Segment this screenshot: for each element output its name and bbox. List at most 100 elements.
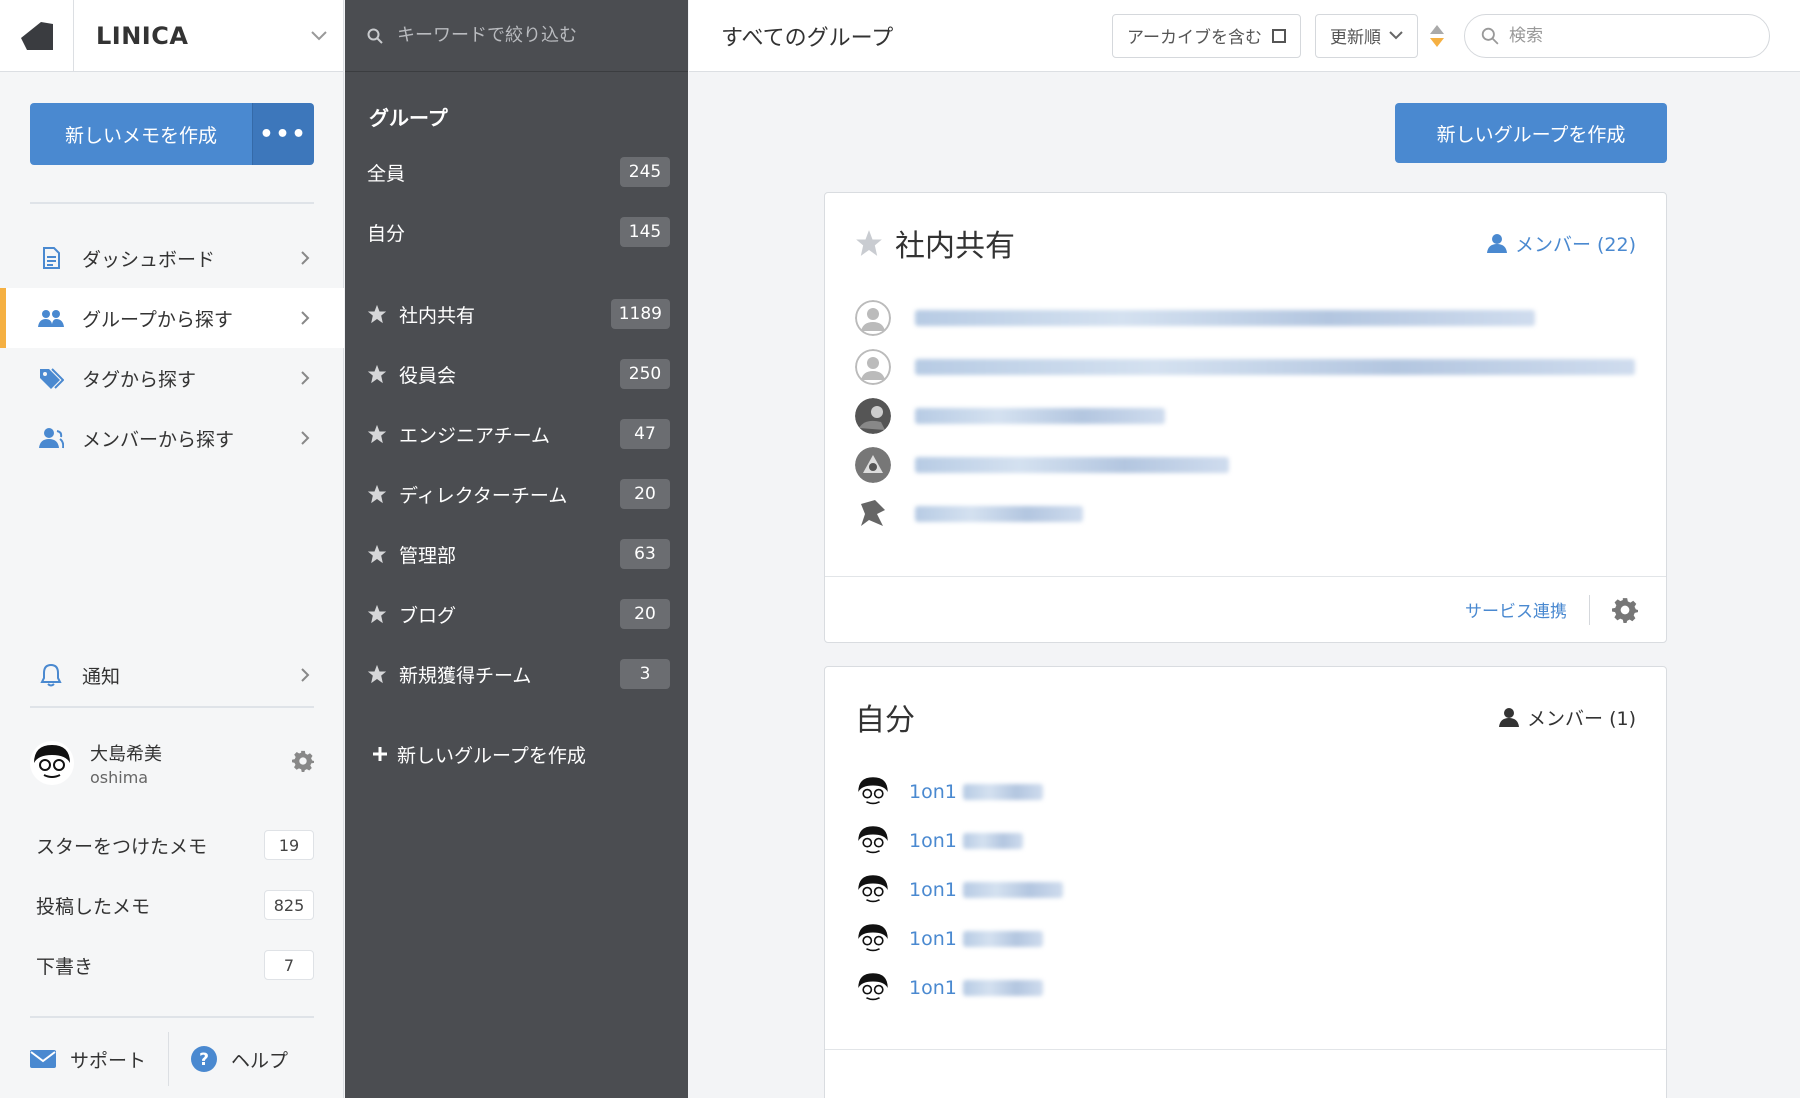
group-panel: グループ 全員 245 自分 145 社内共有 1189 役員会 250 エンジ… (345, 0, 688, 1098)
list-item[interactable] (825, 342, 1666, 391)
left-sidebar: LINICA 新しいメモを作成 ••• ダッシュボード グループから探す タグか… (0, 0, 344, 1098)
divider (30, 706, 314, 708)
divider (168, 1032, 170, 1086)
sort-select[interactable]: 更新順 (1315, 13, 1418, 58)
tag-icon (38, 365, 64, 391)
nav-item-label: ダッシュボード (82, 248, 216, 271)
group-item-engineer[interactable]: エンジニアチーム 47 (345, 404, 688, 464)
group-filter-input[interactable] (397, 25, 667, 46)
redacted-text (962, 930, 1043, 947)
nav-item-groups[interactable]: グループから探す (0, 288, 344, 348)
avatar (855, 969, 891, 1006)
user-info: 大島希美 oshima (90, 740, 292, 787)
nav-item-label: グループから探す (82, 308, 233, 331)
star-icon (367, 424, 389, 444)
gear-icon[interactable] (292, 750, 314, 776)
stat-drafts[interactable]: 下書き 7 (30, 935, 314, 995)
search-icon (1481, 27, 1499, 45)
card-title[interactable]: 自分 (855, 695, 1499, 739)
sort-direction-icon[interactable] (1430, 24, 1444, 47)
support-label: サポート (70, 1049, 147, 1072)
group-label: ディレクターチーム (399, 484, 568, 507)
stat-label: スターをつけたメモ (36, 835, 208, 858)
members-link[interactable]: メンバー (1) (1499, 704, 1636, 731)
plus-icon (373, 747, 387, 761)
members-link[interactable]: メンバー (22) (1486, 230, 1636, 257)
card-header: 自分 メンバー (1) (825, 667, 1666, 767)
redacted-text (962, 881, 1063, 898)
card-title[interactable]: 社内共有 (895, 221, 1487, 265)
divider (1589, 594, 1590, 625)
members-label: メンバー (1) (1527, 707, 1636, 730)
group-card-self: 自分 メンバー (1) 1on1 1on1 1on1 1on1 1on1 (824, 666, 1667, 1098)
chevron-down-icon[interactable] (295, 30, 343, 41)
group-item-acquisition[interactable]: 新規獲得チーム 3 (345, 644, 688, 704)
user-icon (1499, 707, 1520, 727)
user-icon (1486, 233, 1507, 253)
group-item-director[interactable]: ディレクターチーム 20 (345, 464, 688, 524)
gear-icon[interactable] (1612, 597, 1638, 623)
group-label: 新規獲得チーム (399, 664, 532, 687)
chevron-right-icon (292, 370, 318, 386)
group-count: 145 (620, 217, 670, 247)
group-item-shared[interactable]: 社内共有 1189 (345, 284, 688, 344)
group-label: 社内共有 (399, 304, 476, 327)
nav-item-tags[interactable]: タグから探す (0, 348, 344, 408)
avatar (855, 299, 891, 336)
group-label: 管理部 (399, 544, 457, 567)
group-item-admin[interactable]: 管理部 63 (345, 524, 688, 584)
brand-name: LINICA (96, 21, 189, 50)
card-footer: サービス連携 (825, 576, 1666, 642)
redacted-text (962, 979, 1043, 996)
checkbox-icon (1272, 28, 1286, 43)
list-item[interactable]: 1on1 (825, 865, 1666, 914)
star-icon[interactable] (855, 229, 883, 257)
avatar[interactable] (30, 741, 74, 785)
main-nav: ダッシュボード グループから探す タグから探す メンバーから探す (0, 228, 344, 468)
chevron-right-icon (292, 430, 318, 446)
document-icon (38, 245, 64, 271)
nav-item-notifications[interactable]: 通知 (0, 645, 344, 705)
avatar (855, 871, 891, 908)
support-link[interactable]: サポート (30, 1046, 146, 1073)
memo-title: 1on1 (909, 878, 957, 901)
page-title: すべてのグループ (721, 25, 894, 51)
list-item[interactable]: 1on1 (825, 963, 1666, 1012)
list-item[interactable]: 1on1 (825, 767, 1666, 816)
list-item[interactable] (825, 440, 1666, 489)
include-archive-toggle[interactable]: アーカイブを含む (1112, 13, 1301, 58)
group-item-self[interactable]: 自分 145 (345, 202, 688, 262)
new-memo-button[interactable]: 新しいメモを作成 (30, 103, 252, 165)
group-count: 47 (620, 419, 670, 449)
list-item[interactable] (825, 391, 1666, 440)
stat-count: 7 (264, 950, 314, 980)
nav-item-members[interactable]: メンバーから探す (0, 408, 344, 468)
redacted-text (915, 407, 1165, 424)
stat-starred-memos[interactable]: スターをつけたメモ 19 (30, 815, 314, 875)
list-item[interactable]: 1on1 (825, 914, 1666, 963)
redacted-text (915, 456, 1229, 473)
redacted-text (962, 832, 1023, 849)
archive-label: アーカイブを含む (1127, 28, 1262, 48)
service-link[interactable]: サービス連携 (1465, 597, 1567, 622)
stat-posted-memos[interactable]: 投稿したメモ 825 (30, 875, 314, 935)
search-icon (367, 28, 383, 44)
help-link[interactable]: ? ヘルプ (191, 1046, 288, 1073)
star-icon (367, 304, 389, 324)
group-item-blog[interactable]: ブログ 20 (345, 584, 688, 644)
group-item-board[interactable]: 役員会 250 (345, 344, 688, 404)
group-item-all[interactable]: 全員 245 (345, 142, 688, 202)
new-group-button[interactable]: 新しいグループを作成 (1395, 103, 1667, 163)
new-group-link[interactable]: 新しいグループを作成 (345, 724, 688, 784)
list-item[interactable]: 1on1 (825, 816, 1666, 865)
search-input[interactable] (1509, 25, 1749, 46)
notification-section: 通知 (0, 645, 344, 705)
bell-icon (38, 662, 64, 688)
chevron-down-icon (1389, 31, 1403, 40)
more-options-button[interactable]: ••• (252, 103, 314, 165)
logo-icon[interactable] (0, 0, 74, 72)
list-item[interactable] (825, 489, 1666, 538)
nav-item-dashboard[interactable]: ダッシュボード (0, 228, 344, 288)
list-item[interactable] (825, 293, 1666, 342)
group-label: 自分 (367, 222, 406, 245)
